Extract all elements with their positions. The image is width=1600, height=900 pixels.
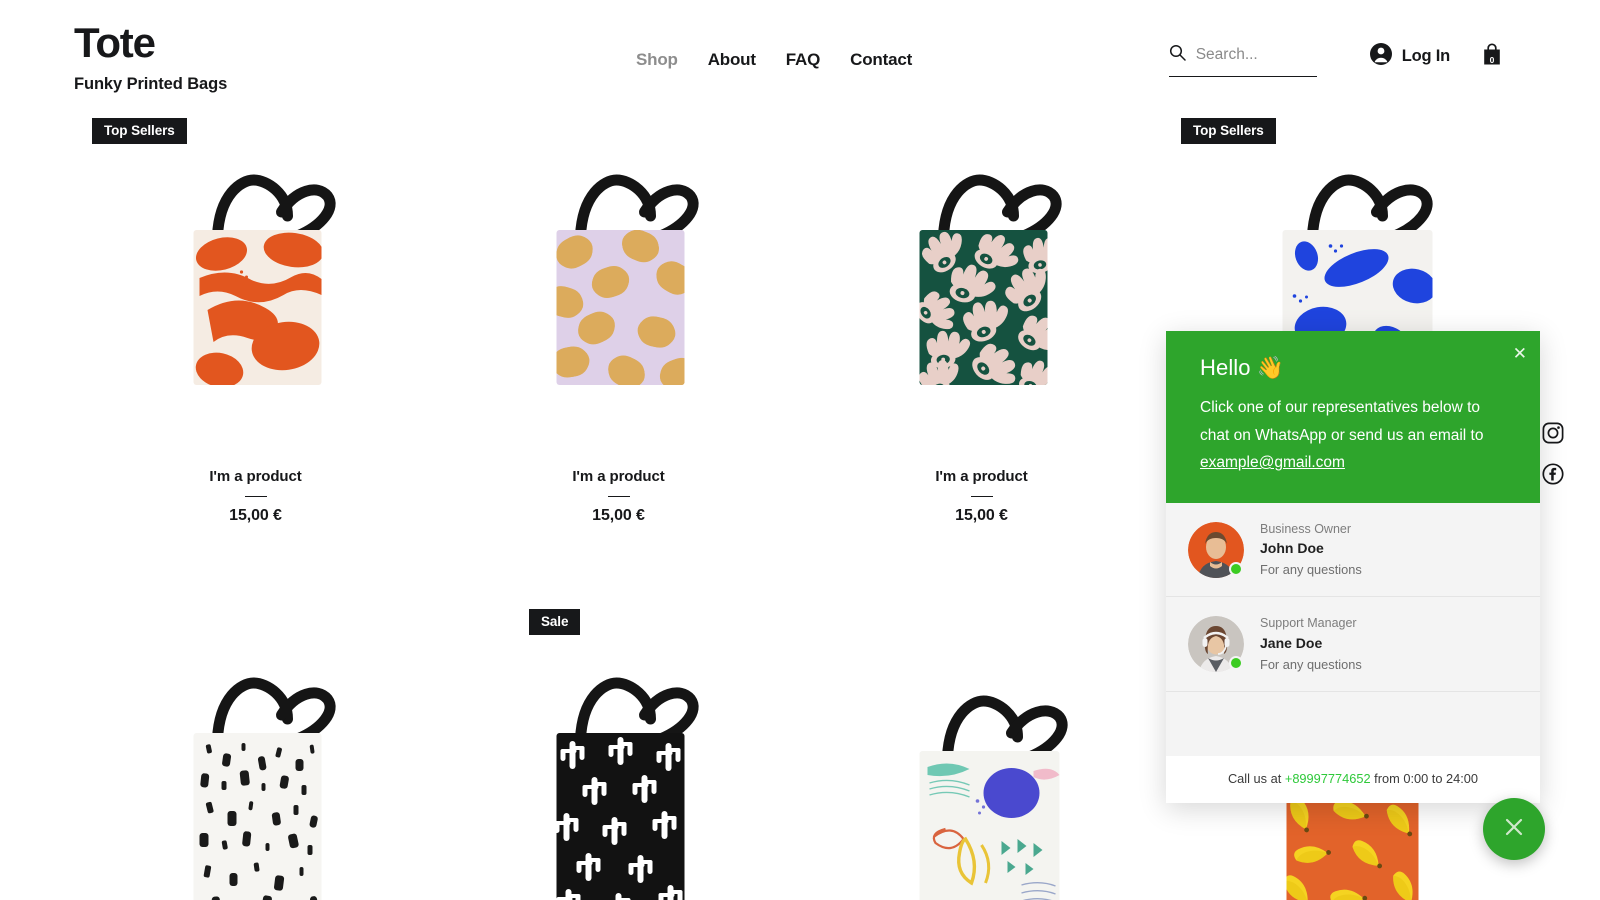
representative-subtitle: For any questions	[1260, 656, 1362, 672]
cart-button[interactable]: 0	[1482, 42, 1502, 71]
chat-intro: Click one of our representatives below t…	[1200, 394, 1506, 477]
product-price: 15,00 €	[592, 507, 645, 525]
avatar	[1188, 616, 1244, 673]
product-image[interactable]	[800, 150, 1163, 440]
product-card[interactable]	[800, 609, 1163, 900]
product-card[interactable]: I'm a product 15,00 €	[800, 118, 1163, 525]
chat-greeting: Hello 👋	[1200, 355, 1285, 380]
search-input[interactable]	[1195, 46, 1317, 64]
chat-launcher-button[interactable]	[1483, 798, 1545, 860]
representative-list-spacer	[1166, 691, 1540, 756]
representative-name: Jane Doe	[1260, 635, 1323, 652]
product-price: 15,00 €	[955, 507, 1008, 525]
online-status-dot	[1229, 656, 1243, 671]
phone-number[interactable]: +89997774652	[1285, 771, 1371, 786]
chat-intro-line-2: chat on WhatsApp or send us an email to	[1200, 426, 1484, 444]
representative-item[interactable]: Support Manager Jane Doe For any questio…	[1166, 597, 1540, 692]
product-ribbon: Top Sellers	[1181, 118, 1276, 144]
site-header: Tote Funky Printed Bags Shop About FAQ C…	[0, 0, 1600, 118]
nav-item-about[interactable]: About	[708, 50, 756, 70]
representative-info: Business Owner John Doe For any question…	[1260, 520, 1362, 580]
brand-tagline: Funky Printed Bags	[74, 75, 228, 93]
chat-widget-tail	[1497, 776, 1523, 792]
whatsapp-chat-widget: ✕ Hello 👋 Click one of our representativ…	[1166, 331, 1540, 803]
representative-list: Business Owner John Doe For any question…	[1166, 502, 1540, 756]
call-us-hours: from 0:00 to 24:00	[1374, 770, 1479, 786]
facebook-icon[interactable]	[1542, 463, 1564, 490]
close-icon	[1502, 815, 1526, 844]
product-price: 15,00 €	[229, 507, 282, 525]
login-button[interactable]: Log In	[1369, 42, 1450, 71]
nav-item-shop[interactable]: Shop	[636, 50, 678, 70]
social-links	[1542, 422, 1564, 490]
main-navigation: Shop About FAQ Contact	[636, 50, 912, 70]
title-divider	[244, 496, 267, 498]
product-title: I'm a product	[572, 468, 665, 485]
chat-email-link[interactable]: example@gmail.com	[1200, 454, 1345, 471]
representative-name: John Doe	[1260, 540, 1324, 557]
cart-count: 0	[1489, 54, 1495, 65]
product-image[interactable]	[74, 641, 437, 900]
representative-subtitle: For any questions	[1260, 562, 1362, 578]
product-image[interactable]	[437, 150, 800, 440]
brand-logo[interactable]: Tote Funky Printed Bags	[74, 22, 227, 94]
product-image[interactable]	[800, 641, 1163, 900]
online-status-dot	[1229, 561, 1243, 576]
product-image[interactable]	[74, 150, 437, 440]
title-divider	[970, 496, 993, 498]
nav-item-contact[interactable]: Contact	[850, 50, 912, 70]
brand-name: Tote	[74, 19, 156, 66]
avatar	[1188, 521, 1244, 578]
product-image[interactable]	[437, 641, 800, 900]
close-icon[interactable]: ✕	[1513, 345, 1527, 362]
call-us-prefix: Call us at	[1227, 770, 1282, 786]
representative-role: Business Owner	[1260, 521, 1352, 536]
product-title: I'm a product	[935, 468, 1028, 485]
nav-item-faq[interactable]: FAQ	[786, 50, 821, 70]
title-divider	[607, 496, 630, 498]
product-card[interactable]: Sale	[437, 609, 800, 900]
representative-info: Support Manager Jane Doe For any questio…	[1260, 614, 1362, 674]
product-ribbon: Top Sellers	[92, 118, 187, 144]
product-ribbon: Sale	[529, 609, 581, 636]
search-box[interactable]	[1168, 44, 1317, 77]
user-circle-icon	[1369, 42, 1393, 71]
product-card[interactable]: I'm a product 15,00 €	[437, 118, 800, 525]
product-card[interactable]: Top Sellers	[74, 118, 437, 525]
chat-intro-line-1: Click one of our representatives below t…	[1200, 399, 1481, 416]
instagram-icon[interactable]	[1542, 422, 1564, 449]
login-label: Log In	[1401, 47, 1450, 65]
representative-role: Support Manager	[1260, 616, 1357, 631]
representative-item[interactable]: Business Owner John Doe For any question…	[1166, 503, 1540, 598]
search-icon	[1169, 44, 1186, 66]
chat-widget-footer: Call us at +89997774652 from 0:00 to 24:…	[1166, 755, 1540, 803]
chat-widget-header: ✕ Hello 👋 Click one of our representativ…	[1166, 331, 1540, 503]
product-title: I'm a product	[209, 468, 302, 485]
header-tools: Log In 0	[1168, 42, 1502, 79]
product-card[interactable]	[74, 609, 437, 900]
